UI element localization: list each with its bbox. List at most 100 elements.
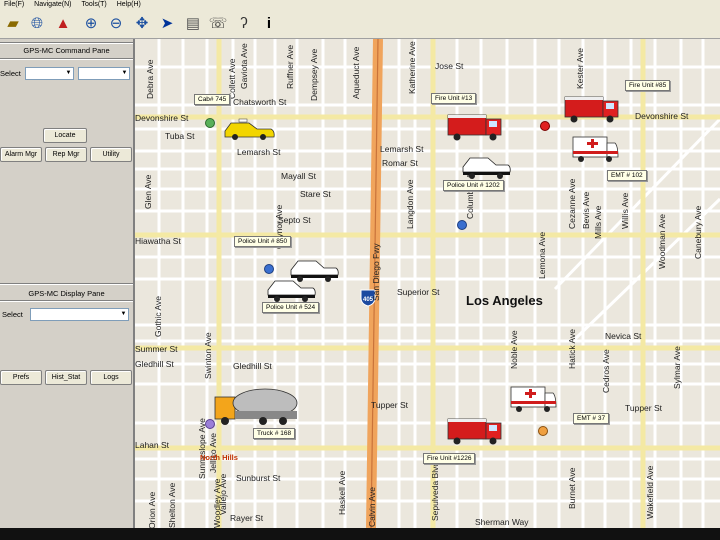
svg-text:Romar St: Romar St xyxy=(382,158,419,168)
svg-text:Rayer St: Rayer St xyxy=(230,513,264,523)
ambulance-icon[interactable] xyxy=(572,136,619,162)
svg-text:Superior St: Superior St xyxy=(397,287,440,297)
svg-text:Swinton Ave: Swinton Ave xyxy=(203,332,213,379)
svg-text:San Diego Fwy: San Diego Fwy xyxy=(371,243,381,301)
svg-text:Sylmar Ave: Sylmar Ave xyxy=(672,346,682,389)
locate-button[interactable]: Locate xyxy=(43,128,87,143)
menu-help[interactable]: Help(H) xyxy=(113,0,145,10)
police-car-icon[interactable] xyxy=(267,280,316,302)
pan-icon[interactable]: ✥ xyxy=(131,13,153,35)
map-marker[interactable] xyxy=(538,426,548,436)
svg-text:Canebury Ave: Canebury Ave xyxy=(693,205,703,259)
svg-text:Katherine Ave: Katherine Ave xyxy=(407,41,417,94)
map-view[interactable]: 405 Jose St Chatsworth St Tuba St Lemars… xyxy=(135,39,720,528)
svg-text:Kester Ave: Kester Ave xyxy=(575,48,585,89)
svg-text:Lemarsh St: Lemarsh St xyxy=(380,144,424,154)
utility-button[interactable]: Utility xyxy=(90,147,132,162)
police-car-icon[interactable] xyxy=(462,157,511,179)
svg-text:Devonshire St: Devonshire St xyxy=(135,113,189,123)
command-pane-title: GPS-MC Command Pane xyxy=(23,46,110,55)
menu-file[interactable]: File(F) xyxy=(0,0,28,10)
svg-text:Lemarsh St: Lemarsh St xyxy=(237,147,281,157)
svg-text:Jose St: Jose St xyxy=(435,61,464,71)
phone-icon[interactable]: ☏ xyxy=(207,13,229,35)
svg-text:Noble Ave: Noble Ave xyxy=(509,330,519,369)
ear-icon[interactable]: ʔ xyxy=(233,13,255,35)
svg-text:Wakefield Ave: Wakefield Ave xyxy=(645,465,655,519)
radio-icon[interactable]: ▤ xyxy=(182,13,204,35)
svg-text:Gaviota Ave: Gaviota Ave xyxy=(239,43,249,89)
svg-text:Sepulveda Blvd: Sepulveda Blvd xyxy=(430,462,440,521)
divider xyxy=(0,300,133,302)
command-select-2[interactable]: ▼ xyxy=(78,67,130,80)
logs-button[interactable]: Logs xyxy=(90,370,132,385)
menu-bar: File(F) Navigate(N) Tools(T) Help(H) xyxy=(0,0,720,10)
svg-text:Debra Ave: Debra Ave xyxy=(145,59,155,99)
svg-text:Shelton Ave: Shelton Ave xyxy=(167,483,177,528)
svg-text:Hatick Ave: Hatick Ave xyxy=(567,329,577,369)
unit-label-emt-102[interactable]: EMT # 102 xyxy=(607,170,647,181)
unit-label-police-524[interactable]: Police Unit # 524 xyxy=(262,302,320,313)
unit-label-emt-37[interactable]: EMT # 37 xyxy=(573,413,610,424)
svg-text:Willis Ave: Willis Ave xyxy=(620,193,630,229)
svg-text:Sunnyslope Ave: Sunnyslope Ave xyxy=(197,418,207,479)
svg-text:Tupper St: Tupper St xyxy=(371,400,409,410)
divider xyxy=(0,42,133,44)
map-marker[interactable] xyxy=(540,121,550,131)
folder-icon[interactable]: ▰ xyxy=(2,13,24,35)
display-select[interactable]: ▼ xyxy=(30,308,129,321)
map-marker[interactable] xyxy=(264,264,274,274)
app-window: File(F) Navigate(N) Tools(T) Help(H) ▰ 🌐… xyxy=(0,0,720,528)
command-select-label: Select xyxy=(0,69,21,78)
menu-tools[interactable]: Tools(T) xyxy=(77,0,110,10)
map-marker[interactable] xyxy=(205,118,215,128)
svg-text:Summer St: Summer St xyxy=(135,344,178,354)
svg-text:Bevis Ave: Bevis Ave xyxy=(581,192,591,229)
zoom-in-icon[interactable]: ⊕ xyxy=(80,13,102,35)
unit-label-cab[interactable]: Cab# 745 xyxy=(194,94,231,105)
prefs-button[interactable]: Prefs xyxy=(0,370,42,385)
globe-icon[interactable]: 🌐︎ xyxy=(26,13,48,35)
svg-text:Cezanne Ave: Cezanne Ave xyxy=(567,178,577,229)
svg-text:Orion Ave: Orion Ave xyxy=(147,492,157,528)
display-pane-title: GPS-MC Display Pane xyxy=(28,289,105,298)
zoom-out-icon[interactable]: ⊖ xyxy=(105,13,127,35)
alarm-mgr-button[interactable]: Alarm Mgr xyxy=(0,147,42,162)
svg-text:Mayall St: Mayall St xyxy=(281,171,317,181)
svg-text:Ruffner Ave: Ruffner Ave xyxy=(285,45,295,89)
svg-text:Glen Ave: Glen Ave xyxy=(143,174,153,209)
command-select-1[interactable]: ▼ xyxy=(25,67,74,80)
chevron-down-icon: ▼ xyxy=(65,70,72,76)
rep-mgr-button[interactable]: Rep Mgr xyxy=(45,147,87,162)
svg-text:Burnet Ave: Burnet Ave xyxy=(567,467,577,509)
svg-text:Aqueduct Ave: Aqueduct Ave xyxy=(351,46,361,99)
unit-label-police-1202[interactable]: Police Unit # 1202 xyxy=(443,180,504,191)
menu-navigate[interactable]: Navigate(N) xyxy=(30,0,75,10)
svg-text:Calvin Ave: Calvin Ave xyxy=(367,487,377,527)
unit-label-truck-168[interactable]: Truck # 168 xyxy=(253,428,296,439)
svg-text:Hiawatha St: Hiawatha St xyxy=(135,236,181,246)
chevron-down-icon: ▼ xyxy=(120,311,127,317)
fire-truck-icon[interactable] xyxy=(447,114,502,141)
svg-text:Tupper St: Tupper St xyxy=(625,403,663,413)
hat-icon[interactable]: ▲ xyxy=(52,13,74,35)
svg-text:Stare St: Stare St xyxy=(300,189,331,199)
hist-stat-button[interactable]: Hist_Stat xyxy=(45,370,87,385)
svg-text:Tuba St: Tuba St xyxy=(165,131,195,141)
svg-text:Gledhill St: Gledhill St xyxy=(135,359,174,369)
map-marker[interactable] xyxy=(205,419,215,429)
info-icon[interactable]: i xyxy=(258,13,280,35)
map-marker[interactable] xyxy=(457,220,467,230)
svg-text:Mills Ave: Mills Ave xyxy=(593,205,603,239)
unit-label-police-850[interactable]: Police Unit # 850 xyxy=(234,236,292,247)
select-arrow-icon[interactable]: ➤ xyxy=(156,13,178,35)
svg-text:Chatsworth St: Chatsworth St xyxy=(233,97,287,107)
svg-text:Gledhill St: Gledhill St xyxy=(233,361,272,371)
fire-truck-icon[interactable] xyxy=(447,418,502,445)
unit-label-fire-1226[interactable]: Fire Unit #1226 xyxy=(423,453,476,464)
svg-text:Woodman Ave: Woodman Ave xyxy=(657,214,667,269)
svg-text:Langdon Ave: Langdon Ave xyxy=(405,179,415,229)
display-select-label: Select xyxy=(2,310,23,319)
unit-label-fire-85[interactable]: Fire Unit #85 xyxy=(625,80,671,91)
unit-label-fire-13[interactable]: Fire Unit #13 xyxy=(431,93,477,104)
